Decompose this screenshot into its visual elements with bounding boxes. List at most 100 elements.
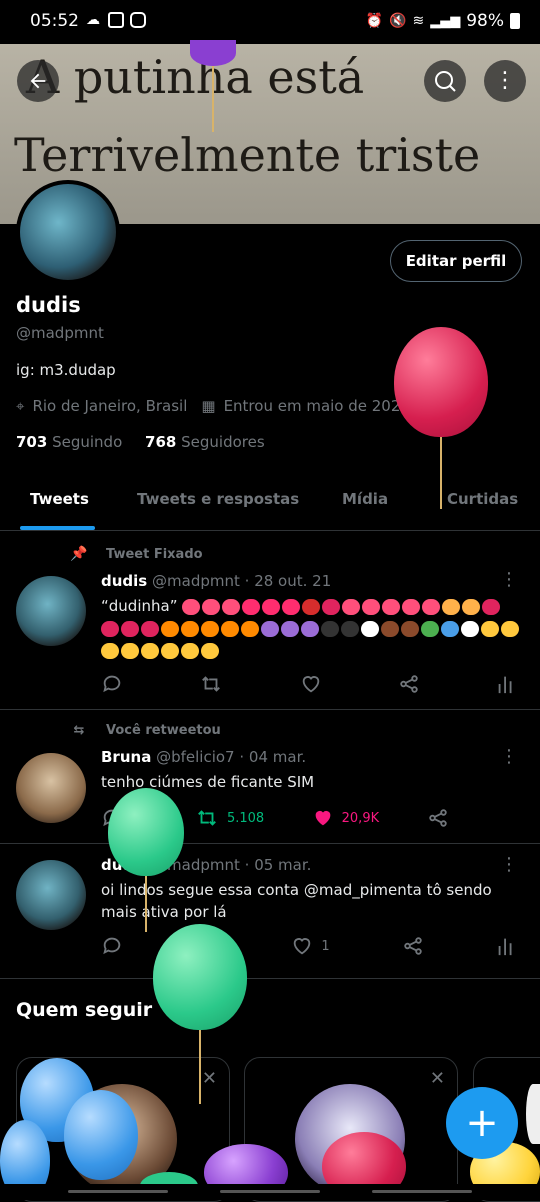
mute-icon: 🔇	[389, 13, 407, 29]
balloon-white-edge	[526, 1084, 540, 1144]
profile-avatar[interactable]	[16, 180, 120, 284]
share-button[interactable]	[427, 807, 449, 829]
emoji-icon	[182, 598, 201, 615]
emoji-icon	[382, 598, 401, 615]
emoji-icon	[281, 620, 299, 637]
emoji-icon	[302, 598, 321, 615]
tab-tweets-and-replies[interactable]: Tweets e respostas	[137, 490, 299, 508]
profile-tabs: Tweets Tweets e respostas Mídia Curtidas	[0, 470, 540, 531]
dismiss-icon[interactable]: ✕	[202, 1068, 217, 1089]
reply-button[interactable]	[101, 673, 123, 695]
followers-label: Seguidores	[181, 433, 265, 451]
emoji-icon	[301, 620, 319, 637]
emoji-icon	[101, 642, 119, 659]
following-link[interactable]: 703 Seguindo	[16, 433, 122, 451]
balloon-purple-top	[190, 40, 236, 66]
author-handle: @bfelicio7	[156, 748, 235, 766]
dismiss-icon[interactable]: ✕	[430, 1068, 445, 1089]
search-button[interactable]	[424, 60, 466, 102]
back-button[interactable]	[17, 60, 59, 102]
tweet-header: Bruna @bfelicio7 · 04 mar.	[101, 748, 306, 766]
profile-location: Rio de Janeiro, Brasil	[32, 397, 188, 415]
pinned-label: 📌 Tweet Fixado	[70, 546, 202, 562]
tweet-menu-button[interactable]: ⋮	[500, 854, 518, 875]
profile-joined: Entrou em maio de 2020	[223, 397, 410, 415]
battery-icon	[510, 13, 520, 29]
more-button[interactable]: ⋮	[484, 60, 526, 102]
profile-name: dudis	[16, 293, 81, 317]
nav-recent-button[interactable]	[68, 1190, 168, 1193]
tweet-text: “dudinha”	[101, 595, 521, 661]
share-button[interactable]	[398, 673, 420, 695]
following-label: Seguindo	[52, 433, 123, 451]
like-button[interactable]	[300, 673, 322, 695]
emoji-icon	[141, 642, 159, 659]
status-bar: 05:52 ☁ ⏰ 🔇 ≋ ▂▄▆ 98%	[0, 0, 540, 44]
emoji-icon	[121, 620, 139, 637]
tab-tweets[interactable]: Tweets	[30, 490, 89, 508]
tweet-menu-button[interactable]: ⋮	[500, 746, 518, 767]
analytics-button[interactable]	[496, 935, 516, 957]
share-button[interactable]	[402, 935, 424, 957]
emoji-icon	[421, 620, 439, 637]
emoji-icon	[261, 620, 279, 637]
like-count: 20,9K	[341, 810, 380, 826]
nav-home-button[interactable]	[220, 1190, 320, 1193]
share-icon	[428, 809, 447, 827]
who-to-follow-title: Quem seguir	[16, 999, 153, 1021]
emoji-icon	[242, 598, 261, 615]
avatar[interactable]	[16, 753, 86, 823]
reply-button[interactable]	[101, 935, 123, 957]
emoji-icon	[322, 598, 341, 615]
like-count: 1	[321, 938, 330, 954]
compose-tweet-button[interactable]: +	[446, 1087, 518, 1159]
like-button[interactable]: 1	[291, 935, 330, 957]
following-count: 703	[16, 433, 48, 451]
share-icon	[404, 937, 422, 955]
banner-line-2: Terrivelmente triste	[14, 128, 481, 182]
retweet-button[interactable]	[199, 673, 223, 695]
reply-icon	[103, 937, 121, 955]
balloon-blue-3	[64, 1090, 138, 1180]
emoji-icon	[402, 598, 421, 615]
avatar[interactable]	[16, 860, 86, 930]
tweet-retweeted[interactable]: ⇆ Você retweetou Bruna @bfelicio7 · 04 m…	[0, 710, 540, 844]
author-name: dudis	[101, 572, 148, 590]
tweet-regular[interactable]: dudis @madpmnt · 05 mar. ⋮ oi lindos seg…	[0, 844, 540, 979]
followers-link[interactable]: 768 Seguidores	[145, 433, 265, 451]
system-nav-bar	[0, 1184, 540, 1200]
tab-likes[interactable]: Curtidas	[447, 490, 518, 508]
retweet-button[interactable]: 5.108	[195, 807, 264, 829]
tweet-text: oi lindos segue essa conta @mad_pimenta …	[101, 881, 492, 921]
emoji-icon	[321, 620, 339, 637]
retweet-count: 5.108	[226, 810, 265, 826]
emoji-icon	[222, 598, 241, 615]
avatar[interactable]	[16, 576, 86, 646]
instagram-icon	[130, 12, 146, 28]
analytics-icon	[498, 676, 512, 694]
like-button[interactable]: 20,9K	[312, 807, 379, 829]
analytics-button[interactable]	[496, 673, 516, 695]
heart-icon	[294, 938, 311, 955]
tweet-menu-button[interactable]: ⋮	[500, 569, 518, 590]
emoji-icon	[381, 620, 399, 637]
emoji-icon	[441, 620, 459, 637]
emoji-icon	[202, 598, 221, 615]
balloon-string	[145, 876, 147, 932]
emoji-icon	[201, 642, 219, 659]
tweet-pinned[interactable]: 📌 Tweet Fixado dudis @madpmnt · 28 out. …	[0, 531, 540, 710]
balloon-green-small	[108, 788, 184, 876]
wifi-icon: ≋	[412, 13, 425, 29]
tweet-date: · 04 mar.	[239, 748, 307, 766]
nav-back-button[interactable]	[372, 1190, 472, 1193]
retweet-icon	[198, 810, 216, 826]
emoji-icon	[161, 642, 179, 659]
tab-media[interactable]: Mídia	[342, 490, 388, 508]
emoji-icon	[161, 620, 179, 637]
author-name: Bruna	[101, 748, 152, 766]
follow-stats: 703 Seguindo 768 Seguidores	[16, 433, 265, 451]
edit-profile-button[interactable]: Editar perfil	[390, 240, 522, 282]
followers-count: 768	[145, 433, 177, 451]
status-time: 05:52	[30, 11, 79, 31]
balloon-string	[199, 1030, 201, 1104]
